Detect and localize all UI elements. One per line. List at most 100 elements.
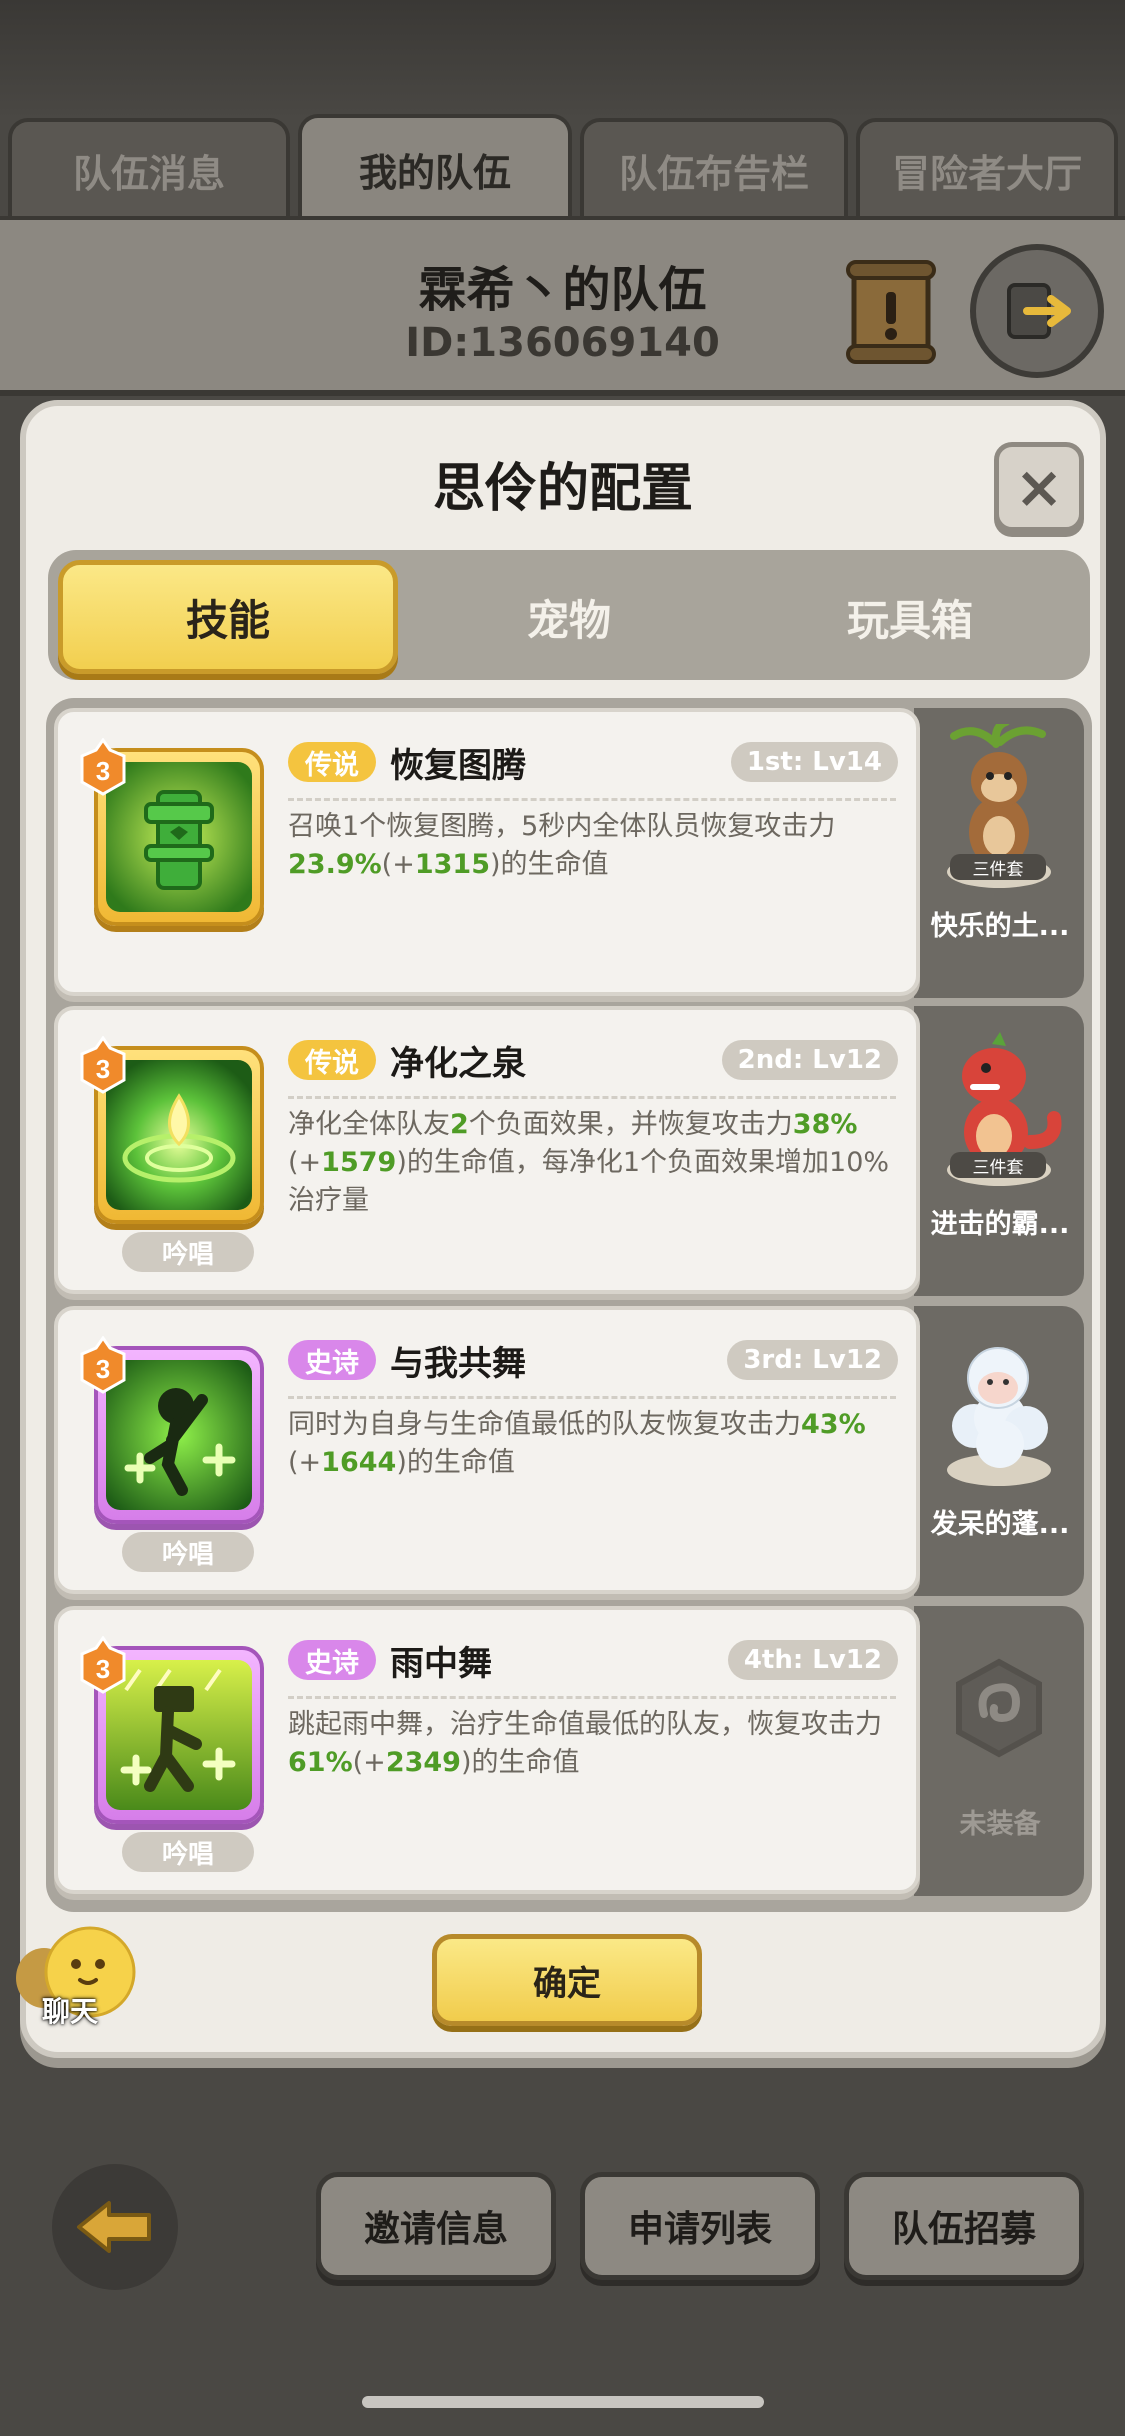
desc-text: )的生命值 [490,849,609,880]
pet-slot-4[interactable]: 未装备 [914,1606,1084,1896]
skill-description: 同时为自身与生命值最低的队友恢复攻击力43% (+1644)的生命值 [288,1406,904,1482]
slot-level-pill: 4th: Lv12 [727,1640,898,1680]
tab-toybox[interactable]: 玩具箱 [740,560,1080,674]
rarity-tag: 传说 [288,742,376,782]
set-badge: 三件套 [950,854,1046,880]
tab-adventurer-hall[interactable]: 冒险者大厅 [856,118,1118,218]
rain-dance-icon [106,1660,252,1810]
desc-text: 个负面效果，并恢复攻击力 [468,1109,793,1140]
notice-scroll-icon[interactable] [846,260,936,364]
rarity-tag: 史诗 [288,1340,376,1380]
slot-level-pill: 1st: Lv14 [730,742,898,782]
sub-tab-bar: 技能 宠物 玩具箱 [48,550,1090,680]
team-id: ID:136069140 [405,320,720,366]
pet-label: 进击的霸... [930,1209,1070,1240]
level-badge-icon: 3 [80,1036,126,1094]
divider [288,1096,896,1099]
desc-value: 61% [288,1747,353,1778]
skill-card[interactable]: 3 吟唱 传说 净化之泉 2nd: Lv12 净化全体队友2个负面效果，并恢复攻… [54,1006,920,1294]
desc-value: 38% [792,1109,858,1140]
desc-value: 1579 [321,1147,397,1178]
desc-text: )的生命值 [460,1747,580,1778]
empty-slot-icon [956,1658,1042,1758]
desc-value: 2349 [385,1747,461,1778]
slot-level-pill: 2nd: Lv12 [721,1040,898,1080]
tab-pets[interactable]: 宠物 [399,560,739,674]
skill-card[interactable]: 3 吟唱 史诗 与我共舞 3rd: Lv12 同时为自身与生命值最低的队友恢复攻… [54,1306,920,1594]
skill-row-3: 发呆的蓬... 3 吟唱 史诗 与我共舞 3rd: Lv12 同时为自身与生命值… [54,1306,1084,1596]
pet-label: 发呆的蓬... [930,1509,1070,1540]
tab-my-team[interactable]: 我的队伍 [298,114,572,220]
desc-text: (+ [352,1747,386,1778]
skill-name: 与我共舞 [390,1344,526,1384]
confirm-button[interactable]: 确定 [432,1934,702,2026]
level-badge-icon: 3 [80,1336,126,1394]
desc-value: 1315 [414,849,490,880]
close-button[interactable]: × [994,442,1084,532]
skill-name: 雨中舞 [390,1644,492,1684]
team-title: 霖希丶的队伍 [418,262,707,318]
rarity-tag: 史诗 [288,1640,376,1680]
tab-team-messages[interactable]: 队伍消息 [8,118,290,218]
tab-skills[interactable]: 技能 [58,560,398,674]
invite-info-button[interactable]: 邀请信息 [316,2172,556,2280]
config-modal: 思伶的配置 × 技能 宠物 玩具箱 三件套 快乐的土... 3 传说 恢复图腾 … [20,400,1106,2058]
chant-tag: 吟唱 [122,1532,254,1572]
skill-card[interactable]: 3 传说 恢复图腾 1st: Lv14 召唤1个恢复图腾，5秒内全体队员恢复攻击… [54,708,920,996]
desc-text: (+ [288,1147,322,1178]
dancer-icon [106,1360,252,1510]
pet-label: 未装备 [959,1809,1041,1840]
pet-label: 快乐的土... [930,911,1070,942]
slot-level-pill: 3rd: Lv12 [727,1340,898,1380]
modal-title: 思伶的配置 [432,459,693,519]
skill-description: 跳起雨中舞，治疗生命值最低的队友，恢复攻击力 61%(+2349)的生命值 [288,1706,904,1782]
desc-value: 1644 [321,1447,397,1478]
desc-text: (+ [288,1447,322,1478]
home-indicator [362,2396,764,2408]
team-header: 霖希丶的队伍 ID:136069140 [0,216,1125,396]
skill-description: 净化全体队友2个负面效果，并恢复攻击力38%(+1579)的生命值，每净化1个负… [288,1106,904,1220]
desc-value: 2 [450,1109,469,1140]
desc-text: 跳起雨中舞，治疗生命值最低的队友，恢复攻击力 [288,1709,882,1740]
desc-value: 23.9% [288,849,382,880]
skill-description: 召唤1个恢复图腾，5秒内全体队员恢复攻击力 23.9%(+1315)的生命值 [288,808,904,884]
top-tab-bar: 队伍消息 我的队伍 队伍布告栏 冒险者大厅 [8,114,1118,220]
set-badge: 三件套 [950,1152,1046,1178]
svg-text:3: 3 [96,756,110,786]
skill-name: 净化之泉 [390,1044,526,1084]
skill-name: 恢复图腾 [390,746,526,786]
level-badge-icon: 3 [80,1636,126,1694]
pet-slot-1[interactable]: 三件套 快乐的土... [914,708,1084,998]
skill-row-2: 三件套 进击的霸... 3 吟唱 传说 净化之泉 2nd: Lv12 净化全体队… [54,1006,1084,1296]
skill-list: 三件套 快乐的土... 3 传说 恢复图腾 1st: Lv14 召唤1个恢复图腾… [46,698,1092,1912]
desc-value: 43% [801,1409,866,1440]
pet-slot-2[interactable]: 三件套 进击的霸... [914,1006,1084,1296]
tab-team-board[interactable]: 队伍布告栏 [580,118,848,218]
back-arrow-icon [77,2201,151,2253]
skill-card[interactable]: 3 吟唱 史诗 雨中舞 4th: Lv12 跳起雨中舞，治疗生命值最低的队友，恢… [54,1606,920,1894]
skill-row-4: 未装备 3 吟唱 史诗 雨中舞 4th: Lv12 跳起雨中舞，治疗生命值最低的… [54,1606,1084,1896]
sheep-pet-icon [947,1347,1051,1486]
application-list-button[interactable]: 申请列表 [580,2172,820,2280]
desc-text: 净化全体队友 [288,1109,450,1140]
desc-text: )的生命值 [396,1447,515,1478]
svg-text:3: 3 [96,1654,110,1684]
divider [288,1696,896,1699]
pet-slot-3[interactable]: 发呆的蓬... [914,1306,1084,1596]
svg-text:3: 3 [96,1354,110,1384]
divider [288,1396,896,1399]
desc-text: 召唤1个恢复图腾，5秒内全体队员恢复攻击力 [288,811,836,842]
rarity-tag: 传说 [288,1040,376,1080]
desc-text: (+ [381,849,415,880]
chat-label[interactable]: 聊天 [20,1990,120,2030]
back-button[interactable] [52,2164,178,2290]
desc-text: 同时为自身与生命值最低的队友恢复攻击力 [288,1409,801,1440]
svg-text:3: 3 [96,1054,110,1084]
skill-row-1: 三件套 快乐的土... 3 传说 恢复图腾 1st: Lv14 召唤1个恢复图腾… [54,708,1084,998]
status-bar-area [0,0,1125,120]
divider [288,798,896,801]
team-recruit-button[interactable]: 队伍招募 [844,2172,1084,2280]
level-badge-icon: 3 [80,738,126,796]
leave-team-icon[interactable] [970,244,1104,378]
totem-icon [106,762,252,912]
